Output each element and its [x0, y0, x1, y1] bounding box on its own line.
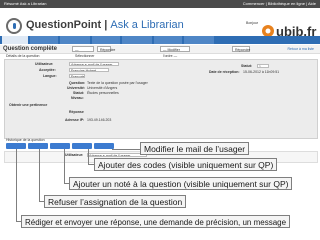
top-bar-links[interactable]: Commencer | Bibliothèque en ligne | Aide	[243, 0, 316, 8]
connector-line	[112, 149, 140, 150]
callout-edit-email: Modifier le mail de l’usager	[140, 142, 250, 155]
brand-title: QuestionPoint | Ask a Librarian	[26, 19, 184, 31]
connector-line	[16, 149, 17, 222]
brand-ask: Ask a Librarian	[110, 19, 184, 31]
status-value[interactable]: 1	[257, 64, 269, 68]
order-select[interactable]: — Modifier l'ordre —	[160, 46, 190, 58]
field-language[interactable]: Français	[69, 74, 85, 78]
questionpoint-logo-icon	[6, 18, 22, 34]
field-status: Études personnelles	[87, 91, 119, 95]
assign-select[interactable]: — Sélectionner à —	[72, 46, 94, 64]
status-label: Statut:	[241, 64, 253, 68]
nav-tab-1[interactable]	[2, 36, 28, 44]
reply-user-label: Utilisateur:	[65, 153, 84, 157]
brand-sep: |	[101, 19, 111, 31]
nav-tab-2[interactable]	[30, 36, 58, 44]
user-info[interactable]: Bonjour	[246, 21, 258, 25]
field-label-university: Université:	[67, 86, 86, 90]
reply-user-field[interactable]: Adresse e-mail de l'usager	[87, 153, 147, 157]
field-user-email[interactable]: Adresse e-mail de l'usager	[69, 62, 119, 66]
detail-panel: Utilisateur: Adresse e-mail de l'usager …	[4, 59, 318, 139]
actions-heading: Historique de la question	[6, 138, 45, 142]
detail-heading: Détails de la question	[6, 54, 40, 58]
refuse-action-button[interactable]	[28, 143, 48, 149]
callout-refuse-assignment: Refuser l’assignation de la question	[44, 195, 187, 208]
reply-select[interactable]: Répondre	[97, 46, 115, 52]
edit-email-action-button[interactable]	[94, 143, 114, 149]
field-accepted[interactable]: Francine Hubert	[69, 68, 109, 72]
top-bar-title: Résumé Ask a Librarian	[4, 1, 47, 6]
field-ip: 193.49.146.203	[87, 118, 112, 122]
date-label: Date de réception:	[209, 70, 240, 74]
reponse-label: Réponse	[69, 110, 84, 114]
top-bar: Résumé Ask a Librarian Commencer | Bibli…	[0, 0, 320, 8]
field-university: Université d'Angers	[87, 86, 118, 90]
connector-line	[88, 149, 89, 165]
field-label-status: Statut:	[73, 91, 85, 95]
reply-select-right[interactable]: Répondre	[232, 46, 250, 52]
field-label-accepted: Acceptée:	[39, 68, 56, 72]
field-question: Texte de la question posée par l'usager	[87, 81, 148, 85]
relevance-label: Obtenir une pertinence	[9, 103, 48, 107]
callout-add-note: Ajouter un noté à la question (visible u…	[69, 177, 293, 190]
header: QuestionPoint | Ask a Librarian Bonjour …	[0, 8, 320, 39]
field-label-ip: Adresse IP:	[65, 118, 85, 122]
title-row: Question complète — Sélectionner à — Rép…	[0, 45, 320, 64]
callout-reply: Rédiger et envoyer une réponse, une dema…	[21, 215, 291, 228]
page-title: Question complète	[3, 46, 58, 52]
field-label-level: Niveau:	[71, 96, 84, 100]
note-action-button[interactable]	[50, 143, 70, 149]
nav-tab-4[interactable]	[92, 36, 120, 44]
field-label-user: Utilisateur:	[35, 62, 54, 66]
nav-tab-5[interactable]	[122, 36, 152, 44]
field-label-question: Question:	[69, 81, 86, 85]
back-link[interactable]: Retour à ma liste	[288, 46, 314, 52]
field-label-language: Langue:	[43, 74, 57, 78]
nav-tab-6[interactable]	[154, 36, 182, 44]
callout-add-codes: Ajouter des codes (visible uniquement su…	[94, 158, 278, 171]
actions-bar	[6, 143, 114, 149]
connector-line	[39, 149, 40, 202]
nav-tab-7[interactable]	[184, 36, 214, 44]
main-nav	[0, 36, 320, 44]
date-value: 15-06-2012 à 11h09:51	[243, 70, 280, 74]
nav-tab-3[interactable]	[60, 36, 90, 44]
codes-action-button[interactable]	[72, 143, 92, 149]
connector-line	[64, 149, 65, 184]
brand-main: QuestionPoint	[26, 19, 102, 31]
